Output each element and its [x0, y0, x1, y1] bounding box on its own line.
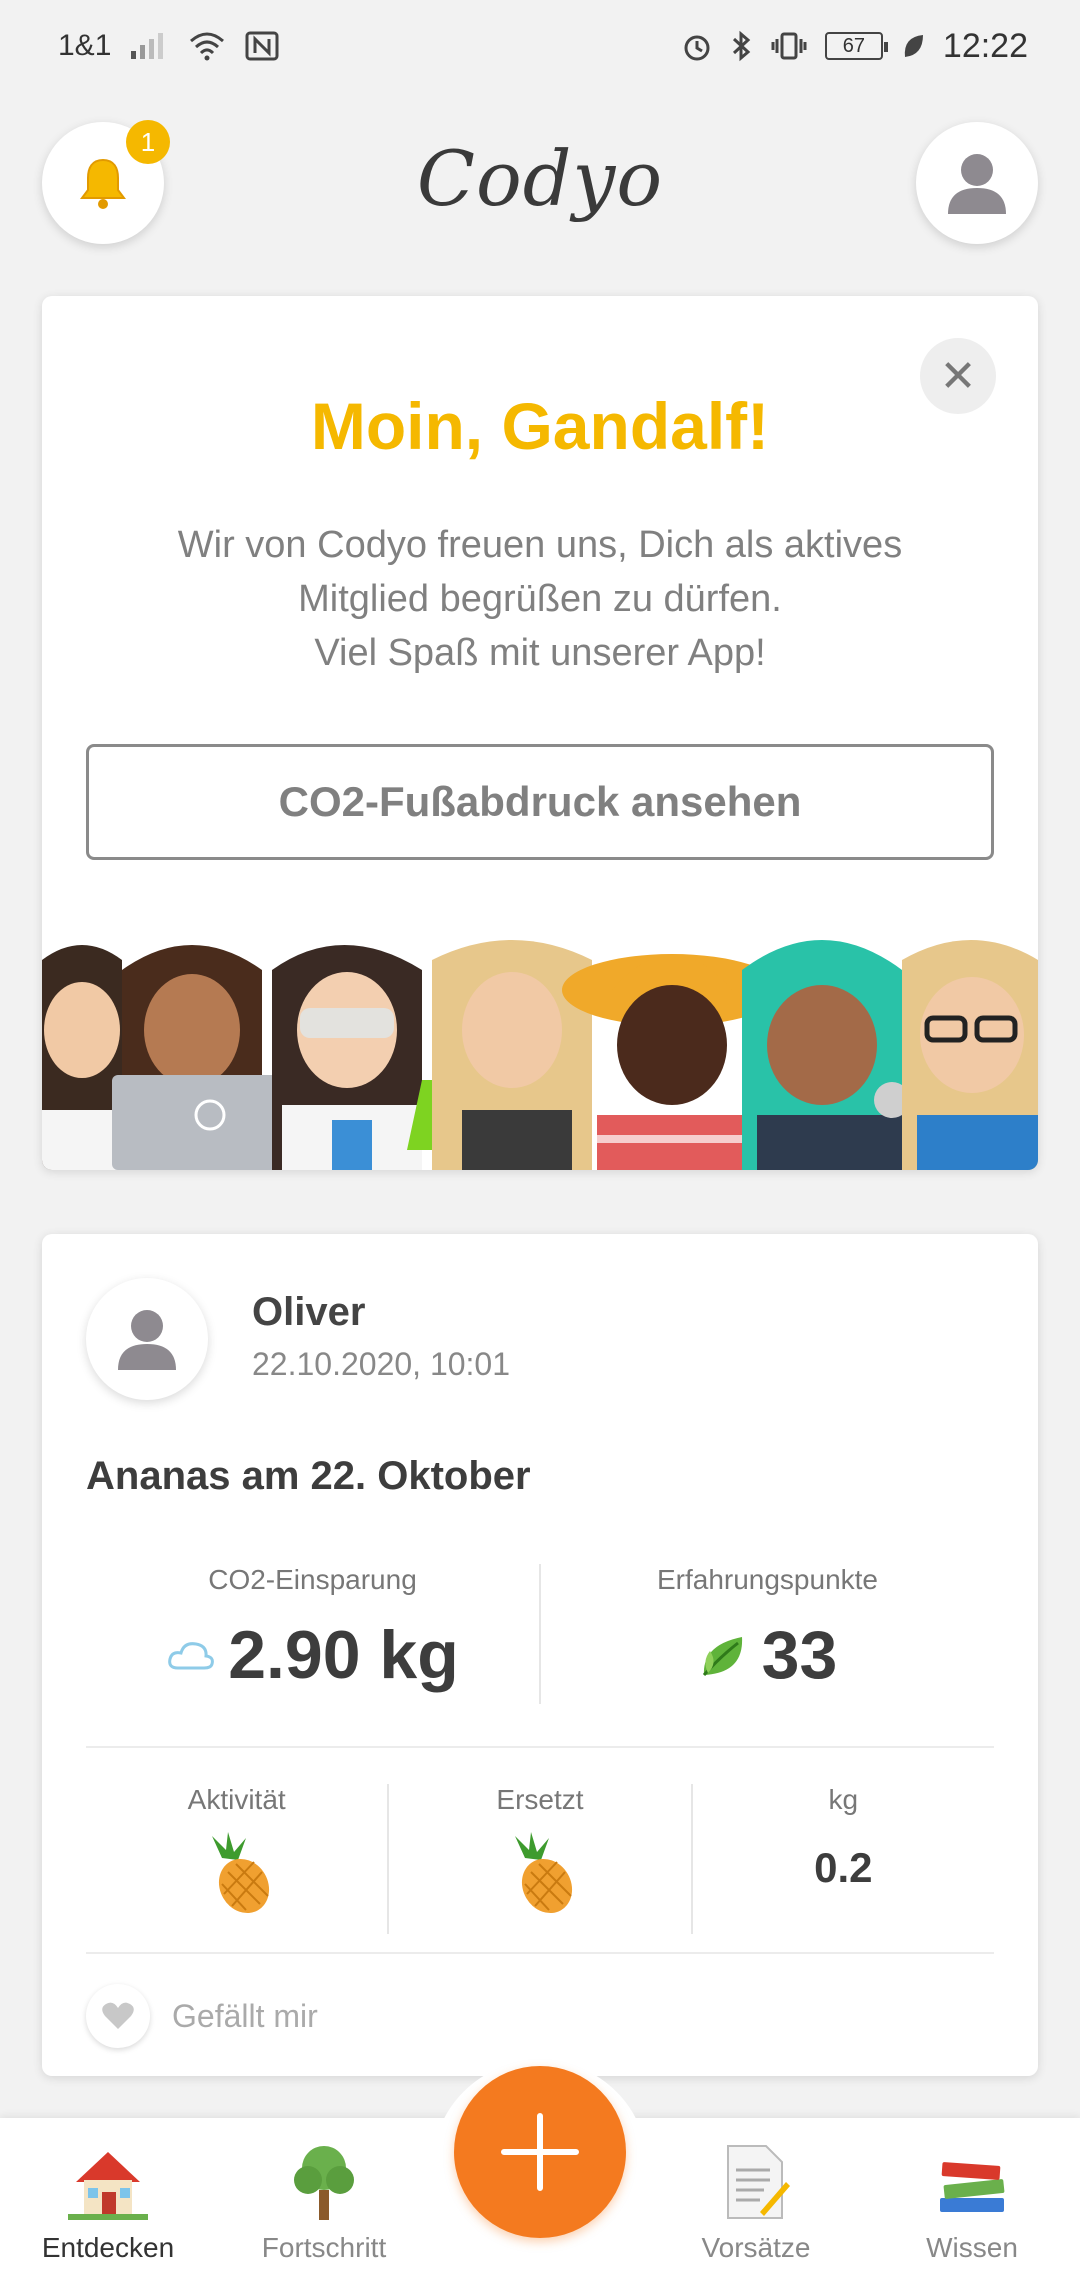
status-bar: 1&1 67 12:22 [0, 0, 1080, 92]
alarm-icon [684, 35, 710, 61]
activity-detail: Aktivität [86, 1784, 387, 1934]
nav-label: Vorsätze [701, 2232, 811, 2263]
post-date: 22.10.2020, 10:01 [252, 1346, 511, 1382]
status-left: 1&1 [58, 29, 279, 63]
welcome-card: ✕ Moin, Gandalf! Wir von Codyo freuen un… [42, 296, 1038, 1170]
post-stats: CO2-Einsparung 2.90 kg Erfahrungspunkte … [86, 1564, 994, 1704]
vibrate-icon [771, 32, 807, 60]
replaced-label: Ersetzt [496, 1784, 584, 1815]
divider [86, 1746, 994, 1748]
battery-indicator: 67 [824, 32, 888, 60]
replaced-detail: Ersetzt [387, 1784, 690, 1934]
like-button[interactable]: Gefällt mir [86, 1984, 318, 2048]
nav-label: Entdecken [41, 2232, 175, 2263]
activity-label: Aktivität [187, 1784, 286, 1815]
leaf-icon [702, 1637, 742, 1676]
divider [86, 1952, 994, 1954]
user-avatar-icon [118, 1310, 176, 1370]
status-right: 67 12:22 [681, 27, 1028, 66]
nav-label: Fortschritt [261, 2232, 387, 2263]
document-icon [714, 2140, 798, 2224]
post-user-avatar[interactable] [86, 1278, 208, 1400]
cloud-icon [168, 1642, 215, 1670]
welcome-message: Wir von Codyo freuen uns, Dich als aktiv… [82, 518, 998, 680]
nfc-icon [245, 31, 279, 61]
xp-value: 33 [761, 1617, 838, 1693]
welcome-line-2: Mitglied begrüßen zu dürfen. [298, 578, 782, 620]
bluetooth-icon [732, 30, 751, 62]
heart-icon [86, 1984, 150, 2048]
nav-fortschritt[interactable]: Fortschritt [234, 2140, 414, 2264]
characters-illustration [42, 930, 1038, 1170]
kg-value: 0.2 [814, 1844, 873, 1891]
welcome-title: Moin, Gandalf! [310, 389, 770, 463]
pineapple-icon [211, 1832, 269, 1914]
co2-value: 2.90 kg [228, 1617, 459, 1693]
wifi-icon [190, 32, 225, 61]
co2-label: CO2-Einsparung [208, 1564, 417, 1595]
profile-button[interactable] [916, 122, 1038, 244]
nav-vorsaetze[interactable]: Vorsätze [666, 2140, 846, 2264]
kg-label: kg [828, 1784, 859, 1815]
kg-detail: kg 0.2 [690, 1784, 994, 1934]
welcome-line-3: Viel Spaß mit unserer App! [314, 632, 766, 674]
user-avatar-icon [948, 154, 1006, 214]
co2-stat: CO2-Einsparung 2.90 kg [86, 1564, 539, 1704]
post-user-name[interactable]: Oliver [252, 1290, 365, 1335]
nav-wissen[interactable]: Wissen [882, 2140, 1062, 2264]
signal-icon [131, 33, 164, 59]
activity-card: Oliver 22.10.2020, 10:01 Ananas am 22. O… [42, 1234, 1038, 2076]
books-icon [930, 2140, 1014, 2224]
add-activity-button[interactable] [454, 2066, 626, 2238]
tree-icon [282, 2140, 366, 2224]
nav-label: Wissen [926, 2232, 1018, 2263]
clock: 12:22 [942, 26, 1028, 65]
post-title: Ananas am 22. Oktober [86, 1454, 531, 1498]
pineapple-icon [514, 1832, 573, 1914]
like-label: Gefällt mir [172, 1997, 318, 2034]
post-details: Aktivität Ersetzt kg 0.2 [86, 1784, 994, 1934]
xp-stat: Erfahrungspunkte 33 [539, 1564, 994, 1704]
house-icon [66, 2140, 150, 2224]
plus-icon [501, 2113, 579, 2191]
co2-footprint-button[interactable]: CO2-Fußabdruck ansehen [86, 744, 994, 860]
xp-label: Erfahrungspunkte [656, 1564, 879, 1595]
nav-entdecken[interactable]: Entdecken [18, 2140, 198, 2264]
carrier-label: 1&1 [58, 29, 112, 62]
leaf-saver-icon [904, 35, 923, 57]
app-header: 1 Codyo [0, 120, 1080, 250]
welcome-line-1: Wir von Codyo freuen uns, Dich als aktiv… [177, 524, 903, 566]
